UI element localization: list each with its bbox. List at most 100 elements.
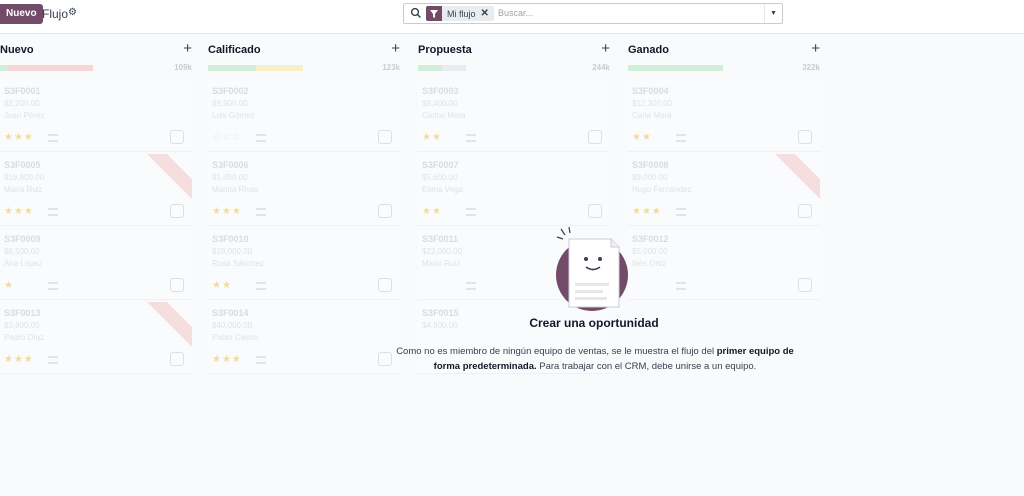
control-panel: Nuevo Flujo ⚙ Mi flujo ✕ Buscar... ▼ — [0, 0, 1024, 34]
activity-icon[interactable] — [256, 134, 266, 142]
avatar — [588, 204, 602, 218]
column-amount: 244k — [592, 63, 610, 72]
card-amount: $19,800.00 — [4, 173, 45, 182]
column-progress-bar[interactable] — [418, 65, 568, 71]
card-amount: $40,000.00 — [212, 321, 253, 330]
remove-facet-icon[interactable]: ✕ — [481, 8, 494, 19]
card-customer: Rosa Sánchez — [212, 259, 265, 268]
card-ref: S3F0001 — [4, 86, 41, 96]
priority-stars[interactable]: ★ — [4, 280, 14, 291]
card-ref: S3F0014 — [212, 308, 249, 318]
search-input[interactable]: Buscar... — [498, 8, 533, 18]
kanban-card[interactable]: S3F0012 $5,000.00 Inés Ortiz — [628, 228, 820, 300]
add-quick-create-icon[interactable]: + — [391, 40, 400, 57]
avatar — [798, 204, 812, 218]
card-amount: $6,500.00 — [4, 247, 40, 256]
card-ref: S3F0008 — [632, 160, 669, 170]
card-ref: S3F0009 — [4, 234, 41, 244]
activity-icon[interactable] — [256, 282, 266, 290]
kanban-card[interactable]: S3F0010 $18,000.00 Rosa Sánchez ★★ — [208, 228, 400, 300]
gear-icon[interactable]: ⚙ — [68, 7, 77, 18]
activity-icon[interactable] — [48, 208, 58, 216]
priority-stars[interactable]: ☆☆☆ — [212, 132, 242, 143]
kanban-card[interactable]: S3F0008 $9,000.00 Hugo Fernández ★★★ — [628, 154, 820, 226]
activity-icon[interactable] — [466, 282, 476, 290]
card-amount: $9,000.00 — [632, 173, 668, 182]
new-button[interactable]: Nuevo — [0, 4, 43, 24]
priority-stars[interactable]: ★★ — [422, 132, 442, 143]
kanban-card[interactable]: S3F0009 $6,500.00 Ana López ★ — [0, 228, 192, 300]
column-progress-bar[interactable] — [628, 65, 778, 71]
activity-icon[interactable] — [256, 208, 266, 216]
card-ref: S3F0013 — [4, 308, 41, 318]
filter-icon — [426, 6, 442, 21]
column-progress-bar[interactable] — [0, 65, 150, 71]
column-progress-bar[interactable] — [208, 65, 358, 71]
activity-icon[interactable] — [48, 134, 58, 142]
priority-stars[interactable]: ★★ — [212, 280, 232, 291]
activity-icon[interactable] — [466, 134, 476, 142]
avatar — [170, 204, 184, 218]
empty-state-text: Como no es miembro de ningún equipo de v… — [390, 344, 800, 374]
ribbon — [140, 154, 192, 205]
kanban-card[interactable]: S3F0002 $9,900.00 Luis Gómez ☆☆☆ — [208, 80, 400, 152]
kanban-card[interactable]: S3F0003 $8,400.00 Carlos Mora ★★ — [418, 80, 610, 152]
search-icon[interactable] — [410, 7, 422, 19]
card-customer: Pedro Díaz — [4, 333, 45, 342]
add-quick-create-icon[interactable]: + — [601, 40, 610, 57]
ribbon — [140, 302, 192, 353]
empty-document-illustration — [556, 226, 628, 311]
avatar — [170, 278, 184, 292]
activity-icon[interactable] — [466, 208, 476, 216]
column-title: Ganado — [628, 44, 669, 56]
card-customer: Mario Ruiz — [422, 259, 461, 268]
priority-stars[interactable]: ★★ — [632, 132, 652, 143]
activity-icon[interactable] — [48, 356, 58, 364]
avatar — [378, 204, 392, 218]
card-amount: $2,200.00 — [4, 99, 40, 108]
card-ref: S3F0011 — [422, 234, 459, 244]
kanban-card[interactable]: S3F0013 $3,800.00 Pedro Díaz ★★★ — [0, 302, 192, 374]
activity-icon[interactable] — [676, 282, 686, 290]
kanban-card[interactable]: S3F0006 $1,450.00 Marina Rivas ★★★ — [208, 154, 400, 226]
empty-state-title: Crear una oportunidad — [529, 316, 659, 330]
filter-facet[interactable]: Mi flujo ✕ — [426, 6, 494, 21]
card-customer: Pablo Castro — [212, 333, 259, 342]
priority-stars[interactable]: ★★★ — [4, 354, 34, 365]
kanban-card[interactable]: S3F0005 $19,800.00 María Ruiz ★★★ — [0, 154, 192, 226]
card-amount: $5,600.00 — [422, 173, 458, 182]
avatar — [170, 130, 184, 144]
kanban-card[interactable]: S3F0001 $2,200.00 Juan Pérez ★★★ — [0, 80, 192, 152]
kanban-card[interactable]: S3F0014 $40,000.00 Pablo Castro ★★★ — [208, 302, 400, 374]
priority-stars[interactable]: ★★★ — [4, 132, 34, 143]
search-options-dropdown[interactable]: ▼ — [764, 4, 782, 23]
card-customer: María Ruiz — [4, 185, 43, 194]
facet-label: Mi flujo — [447, 8, 476, 19]
priority-stars[interactable]: ★★★ — [4, 206, 34, 217]
column-amount: 322k — [802, 63, 820, 72]
kanban-column-ganado: Ganado + 322k S3F0004 $12,300.00 Carla M… — [628, 34, 820, 384]
card-amount: $22,000.00 — [422, 247, 463, 256]
avatar — [378, 278, 392, 292]
priority-stars[interactable]: ★★★ — [212, 206, 242, 217]
activity-icon[interactable] — [48, 282, 58, 290]
kanban-column-propuesta: Propuesta + 244k S3F0003 $8,400.00 Carlo… — [418, 34, 610, 384]
priority-stars[interactable]: ★★★ — [212, 354, 242, 365]
kanban-card[interactable]: S3F0004 $12,300.00 Carla Mora ★★ — [628, 80, 820, 152]
kanban-card[interactable]: S3F0007 $5,600.00 Elena Vega ★★ — [418, 154, 610, 226]
avatar — [798, 130, 812, 144]
card-ref: S3F0007 — [422, 160, 459, 170]
priority-stars[interactable]: ★★★ — [632, 206, 662, 217]
activity-icon[interactable] — [676, 134, 686, 142]
card-ref: S3F0003 — [422, 86, 459, 96]
add-quick-create-icon[interactable]: + — [183, 40, 192, 57]
activity-icon[interactable] — [676, 208, 686, 216]
card-ref: S3F0012 — [632, 234, 669, 244]
empty-text-part-2: Para trabajar con el CRM, debe unirse a … — [536, 361, 757, 372]
add-quick-create-icon[interactable]: + — [811, 40, 820, 57]
activity-icon[interactable] — [256, 356, 266, 364]
column-amount: 109k — [174, 63, 192, 72]
card-customer: Carla Mora — [632, 111, 672, 120]
search-bar[interactable]: Mi flujo ✕ Buscar... ▼ — [403, 3, 783, 24]
priority-stars[interactable]: ★★ — [422, 206, 442, 217]
